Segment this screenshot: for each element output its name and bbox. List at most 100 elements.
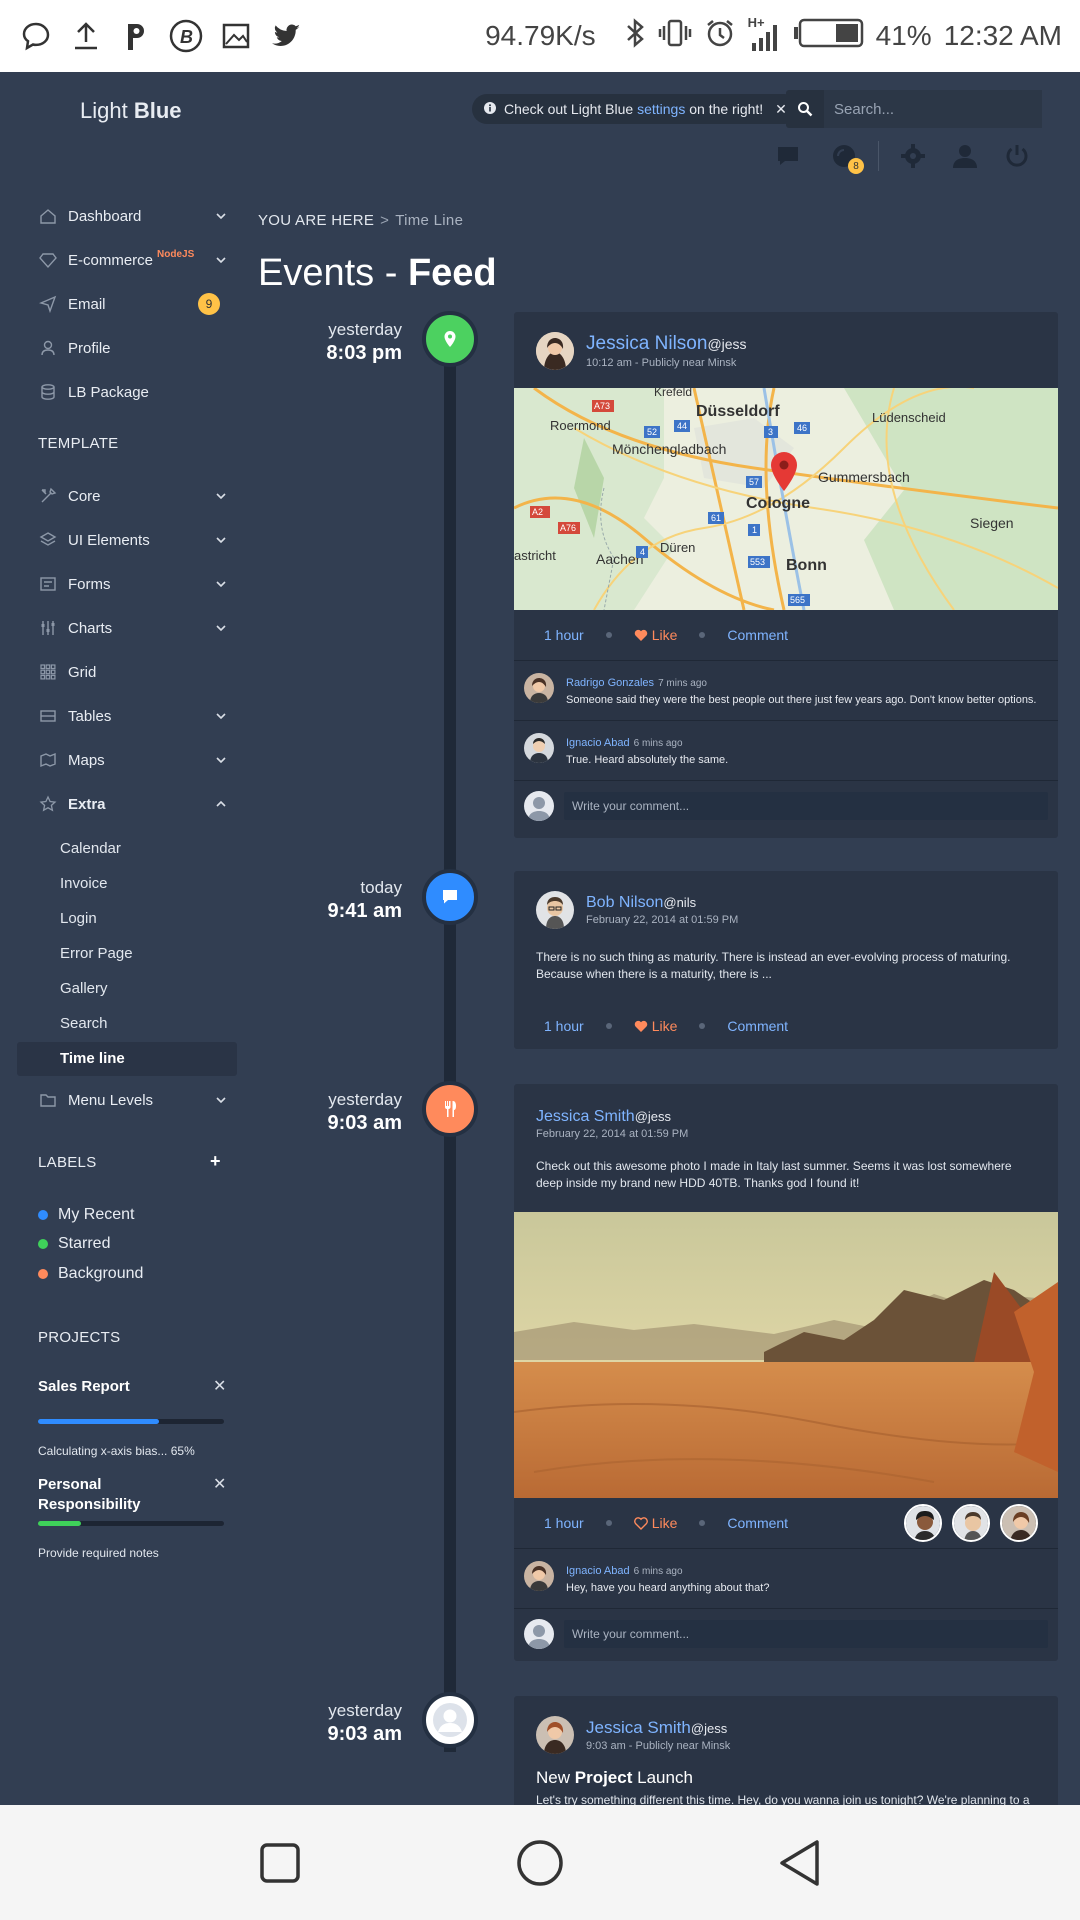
label-background[interactable]: Background bbox=[38, 1265, 143, 1283]
sidebar-subitem-invoice[interactable]: Invoice bbox=[60, 875, 108, 892]
sidebar-item-maps[interactable]: Maps bbox=[38, 745, 226, 775]
system-navigation-bar bbox=[0, 1805, 1080, 1920]
chevron-down-icon bbox=[216, 532, 226, 549]
desert-photo[interactable] bbox=[514, 1212, 1058, 1498]
sidebar-item-grid[interactable]: Grid bbox=[38, 657, 226, 687]
map-pin-icon bbox=[422, 311, 478, 367]
add-label-button[interactable]: + bbox=[210, 1151, 221, 1172]
messages-icon[interactable] bbox=[768, 136, 808, 176]
comment-button[interactable]: Comment bbox=[727, 1515, 788, 1531]
time-link[interactable]: 1 hour bbox=[544, 1515, 584, 1531]
map-label: Siegen bbox=[970, 515, 1014, 531]
notifications-badge: 8 bbox=[848, 158, 864, 174]
like-label: Like bbox=[651, 1515, 678, 1531]
network-speed: 94.79K/s bbox=[485, 20, 596, 51]
chevron-down-icon bbox=[216, 208, 226, 225]
avatar[interactable] bbox=[524, 673, 554, 703]
nodejs-badge: NodeJS bbox=[157, 248, 195, 260]
user-handle: @jess bbox=[634, 1109, 672, 1124]
post-text: Check out this awesome photo I made in I… bbox=[536, 1159, 1012, 1190]
user-name[interactable]: Jessica Smith bbox=[586, 1718, 691, 1737]
square-icon[interactable] bbox=[250, 1833, 310, 1893]
logo[interactable]: Light Blue bbox=[80, 98, 182, 124]
user-handle: @jess bbox=[707, 336, 747, 352]
circle-icon[interactable] bbox=[510, 1833, 570, 1893]
sidebar-item-menu-levels[interactable]: Menu Levels bbox=[38, 1085, 226, 1115]
sidebar-item-extra[interactable]: Extra bbox=[38, 789, 226, 819]
sidebar-subitem-search[interactable]: Search bbox=[60, 1015, 108, 1032]
avatar[interactable] bbox=[524, 733, 554, 763]
template-section-title: TEMPLATE bbox=[38, 435, 119, 452]
time-link[interactable]: 1 hour bbox=[544, 1018, 584, 1034]
comment-button[interactable]: Comment bbox=[727, 627, 788, 643]
vibrate-icon bbox=[658, 17, 692, 56]
comment: Ignacio Abad 6 mins ago True. Heard absol… bbox=[514, 720, 1058, 780]
sidebar-subitem-login[interactable]: Login bbox=[60, 910, 97, 927]
page-title-light: Events - bbox=[258, 252, 398, 294]
like-button[interactable]: Like bbox=[634, 627, 677, 643]
time-link[interactable]: 1 hour bbox=[544, 627, 584, 643]
comment-button[interactable]: Comment bbox=[727, 1018, 788, 1034]
post-text: Let's try something different this time.… bbox=[536, 1793, 1030, 1805]
sidebar-item-charts[interactable]: Charts bbox=[38, 613, 226, 643]
avatar[interactable] bbox=[904, 1504, 942, 1542]
sidebar-item-ecommerce[interactable]: E-commerce NodeJS bbox=[38, 245, 226, 275]
comment-input[interactable] bbox=[564, 792, 1048, 820]
sidebar-subitem-calendar[interactable]: Calendar bbox=[60, 840, 121, 857]
user-name[interactable]: Bob Nilson bbox=[586, 894, 663, 911]
sidebar-item-profile[interactable]: Profile bbox=[38, 333, 226, 363]
user-name[interactable]: Jessica Nilson bbox=[586, 333, 707, 354]
comment-text: Hey, have you heard anything about that? bbox=[566, 1582, 770, 1594]
label-my-recent[interactable]: My Recent bbox=[38, 1206, 134, 1224]
avatar-placeholder-icon bbox=[524, 1619, 554, 1649]
avatar[interactable] bbox=[524, 1561, 554, 1591]
power-icon[interactable] bbox=[997, 136, 1037, 176]
event-hour: 9:03 am bbox=[327, 1723, 403, 1745]
post-actions: 1 hour Like Comment bbox=[514, 1498, 1058, 1548]
search-input[interactable] bbox=[824, 90, 1042, 128]
comment-author[interactable]: Ignacio Abad bbox=[566, 1565, 630, 1577]
close-icon[interactable]: ✕ bbox=[213, 1376, 226, 1396]
breadcrumb: YOU ARE HERE > Time Line bbox=[258, 212, 463, 229]
sidebar-subitem-gallery[interactable]: Gallery bbox=[60, 980, 108, 997]
event-day: yesterday bbox=[328, 320, 402, 339]
avatar[interactable] bbox=[536, 891, 574, 929]
user-name[interactable]: Jessica Smith bbox=[536, 1108, 635, 1125]
twitter-icon bbox=[268, 18, 304, 54]
sidebar-item-core[interactable]: Core bbox=[38, 481, 226, 511]
label-starred[interactable]: Starred bbox=[38, 1235, 110, 1253]
comment-author[interactable]: Radrigo Gonzales bbox=[566, 677, 654, 689]
gear-icon[interactable] bbox=[893, 136, 933, 176]
sidebar-item-dashboard[interactable]: Dashboard bbox=[38, 201, 226, 231]
comment-author[interactable]: Ignacio Abad bbox=[566, 737, 630, 749]
back-triangle-icon[interactable] bbox=[770, 1833, 830, 1893]
avatar[interactable] bbox=[536, 332, 574, 370]
search-icon[interactable] bbox=[786, 101, 824, 117]
avatar[interactable] bbox=[952, 1504, 990, 1542]
event-card: Jessica Smith@jess February 22, 2014 at … bbox=[514, 1084, 1058, 1661]
close-icon[interactable]: ✕ bbox=[213, 1474, 226, 1494]
map-label: Düsseldorf bbox=[696, 403, 780, 420]
sidebar-subitem-error-page[interactable]: Error Page bbox=[60, 945, 133, 962]
avatar[interactable] bbox=[1000, 1504, 1038, 1542]
breadcrumb-prefix: YOU ARE HERE bbox=[258, 212, 375, 229]
map-image[interactable]: Krefeld Düsseldorf Roermond Mönchengladb… bbox=[514, 388, 1058, 610]
user-icon[interactable] bbox=[945, 136, 985, 176]
avatar[interactable] bbox=[536, 1716, 574, 1754]
event-time: today 9:41 am bbox=[300, 878, 403, 923]
like-button[interactable]: Like bbox=[634, 1018, 677, 1034]
sidebar-subitem-timeline[interactable]: Time line bbox=[60, 1050, 125, 1067]
sidebar-item-lb-package[interactable]: LB Package bbox=[38, 377, 226, 407]
post-meta: 9:03 am - Publicly near Minsk bbox=[586, 1740, 731, 1752]
like-button[interactable]: Like bbox=[633, 1515, 678, 1531]
comment-input[interactable] bbox=[564, 1620, 1048, 1648]
sidebar-item-label: Tables bbox=[68, 707, 112, 725]
road-label: 44 bbox=[677, 421, 687, 431]
sidebar-item-tables[interactable]: Tables bbox=[38, 701, 226, 731]
sidebar-item-forms[interactable]: Forms bbox=[38, 569, 226, 599]
notifications-icon[interactable]: 8 bbox=[824, 136, 864, 176]
map-label: Bonn bbox=[786, 557, 827, 574]
settings-link[interactable]: settings bbox=[637, 101, 685, 117]
sidebar-item-ui-elements[interactable]: UI Elements bbox=[38, 525, 226, 555]
sidebar-item-email[interactable]: Email 9 bbox=[38, 289, 226, 319]
